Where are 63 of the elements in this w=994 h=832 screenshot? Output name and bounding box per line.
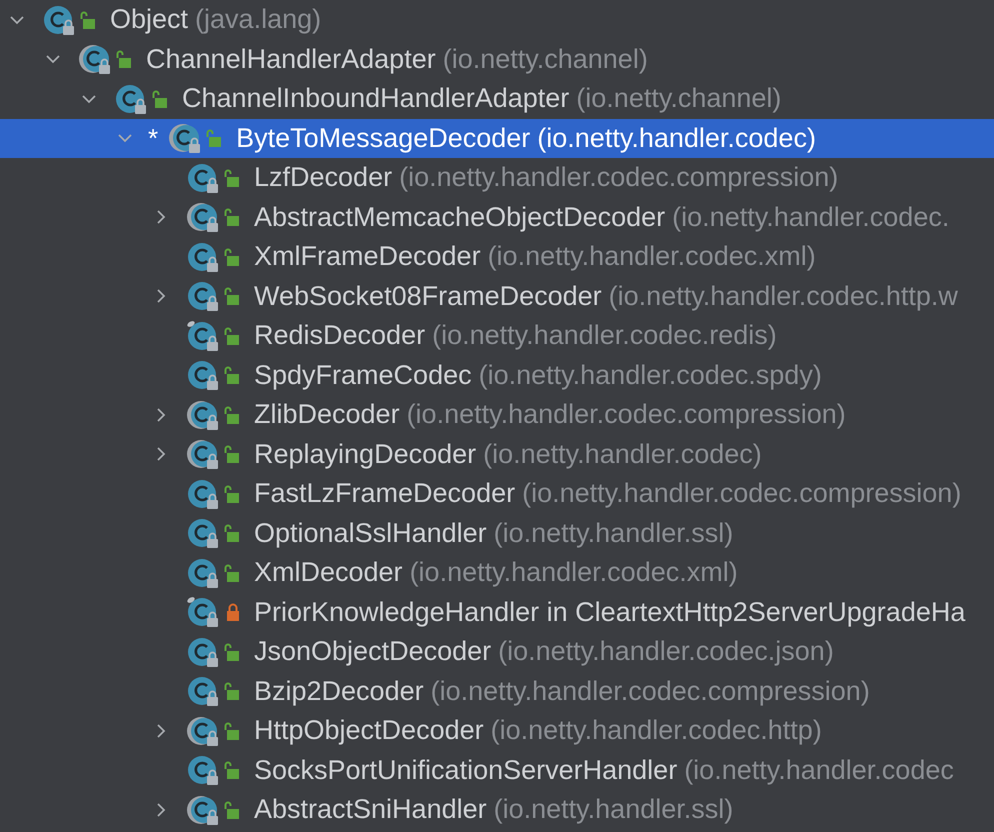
tree-row[interactable]: HttpObjectDecoder (io.netty.handler.codec.http)	[0, 711, 994, 750]
package-name: (io.netty.handler.codec.compression)	[522, 478, 962, 510]
tree-row[interactable]: AbstractMemcacheObjectDecoder (io.netty.handler.codec.	[0, 198, 994, 237]
tree-row[interactable]: FastLzFrameDecoder (io.netty.handler.codec.compression)	[0, 474, 994, 514]
tree-row[interactable]: ChannelInboundHandlerAdapter (io.netty.channel)	[0, 79, 994, 118]
tree-row[interactable]: RedisDecoder (io.netty.handler.codec.redis)	[0, 316, 994, 356]
class-name: WebSocket08FrameDecoder	[254, 280, 602, 312]
tree-row[interactable]: XmlDecoder (io.netty.handler.codec.xml)	[0, 553, 994, 592]
tree-row[interactable]: LzfDecoder (io.netty.handler.codec.compression)	[0, 158, 994, 198]
package-name: (io.netty.handler.codec.compression)	[430, 676, 870, 707]
package-name: (io.netty.handler.codec)	[537, 122, 816, 154]
package-name: (io.netty.channel)	[576, 83, 782, 114]
class-name: XmlFrameDecoder	[254, 241, 481, 272]
class-name: SocksPortUnificationServerHandler	[254, 754, 678, 786]
class-name: PriorKnowledgeHandler in CleartextHttp2ServerUpgradeHa	[254, 596, 966, 628]
tree-row[interactable]: * ByteToMessageDecoder (io.netty.handler.codec)	[0, 118, 994, 158]
class-name: XmlDecoder	[254, 557, 403, 588]
tree-row[interactable]: OptionalSslHandler (io.netty.handler.ssl)	[0, 514, 994, 553]
package-name: (io.netty.handler.codec.	[672, 202, 950, 233]
tree-row[interactable]: PriorKnowledgeHandler in CleartextHttp2ServerUpgradeHa	[0, 592, 994, 632]
class-name: Object	[110, 4, 188, 36]
package-name: (java.lang)	[195, 4, 322, 36]
tree-row[interactable]: Object (java.lang)	[0, 0, 994, 40]
changed-marker: *	[148, 122, 158, 154]
package-name: (io.netty.handler.codec.xml)	[410, 557, 738, 588]
package-name: (io.netty.channel)	[442, 44, 648, 75]
class-name: JsonObjectDecoder	[254, 636, 492, 668]
tree-row[interactable]: AbstractSniHandler (io.netty.handler.ssl)	[0, 790, 994, 830]
class-name: ZlibDecoder	[254, 399, 400, 430]
class-name: LzfDecoder	[254, 162, 392, 194]
package-name: (io.netty.handler.codec.redis)	[432, 320, 777, 352]
package-name: (io.netty.handler.codec)	[483, 438, 762, 470]
class-name: AbstractSniHandler	[254, 794, 487, 826]
package-name: (io.netty.handler.ssl)	[494, 794, 734, 826]
package-name: (io.netty.handler.codec.compression)	[406, 399, 846, 430]
tree-row[interactable]: ReplayingDecoder (io.netty.handler.codec)	[0, 434, 994, 474]
class-name: ReplayingDecoder	[254, 438, 476, 470]
tree-row[interactable]: SpdyFrameCodec (io.netty.handler.codec.spdy)	[0, 356, 994, 395]
tree-row[interactable]: JsonObjectDecoder (io.netty.handler.codec.json)	[0, 632, 994, 672]
class-name: ByteToMessageDecoder	[236, 122, 530, 154]
package-name: (io.netty.handler.codec.compression)	[399, 162, 838, 194]
package-name: (io.netty.handler.ssl)	[494, 518, 734, 549]
package-name: (io.netty.handler.codec.http.w	[608, 280, 958, 312]
class-name: ChannelInboundHandlerAdapter	[182, 83, 570, 114]
class-name: RedisDecoder	[254, 320, 426, 352]
package-name: (io.netty.handler.codec.spdy)	[478, 360, 822, 391]
package-name: (io.netty.handler.codec.json)	[498, 636, 834, 668]
tree-row[interactable]: WebSocket08FrameDecoder (io.netty.handler.codec.http.w	[0, 276, 994, 316]
class-name: AbstractMemcacheObjectDecoder	[254, 202, 666, 233]
class-name: ChannelHandlerAdapter	[146, 44, 436, 75]
package-name: (io.netty.handler.codec.xml)	[488, 241, 816, 272]
class-name: OptionalSslHandler	[254, 518, 487, 549]
tree-row[interactable]: ZlibDecoder (io.netty.handler.codec.compression)	[0, 395, 994, 434]
tree-row[interactable]: XmlFrameDecoder (io.netty.handler.codec.xml)	[0, 237, 994, 276]
tree-row[interactable]: SocksPortUnificationServerHandler (io.netty.handler.codec	[0, 750, 994, 790]
tree-row[interactable]: ChannelHandlerAdapter (io.netty.channel)	[0, 40, 994, 79]
class-name: Bzip2Decoder	[254, 676, 424, 707]
tree-row[interactable]: Bzip2Decoder (io.netty.handler.codec.compression)	[0, 672, 994, 711]
package-name: (io.netty.handler.codec	[684, 754, 954, 786]
package-name: (io.netty.handler.codec.http)	[490, 715, 822, 746]
class-name: FastLzFrameDecoder	[254, 478, 516, 510]
class-name: HttpObjectDecoder	[254, 715, 484, 746]
class-name: SpdyFrameCodec	[254, 360, 472, 391]
